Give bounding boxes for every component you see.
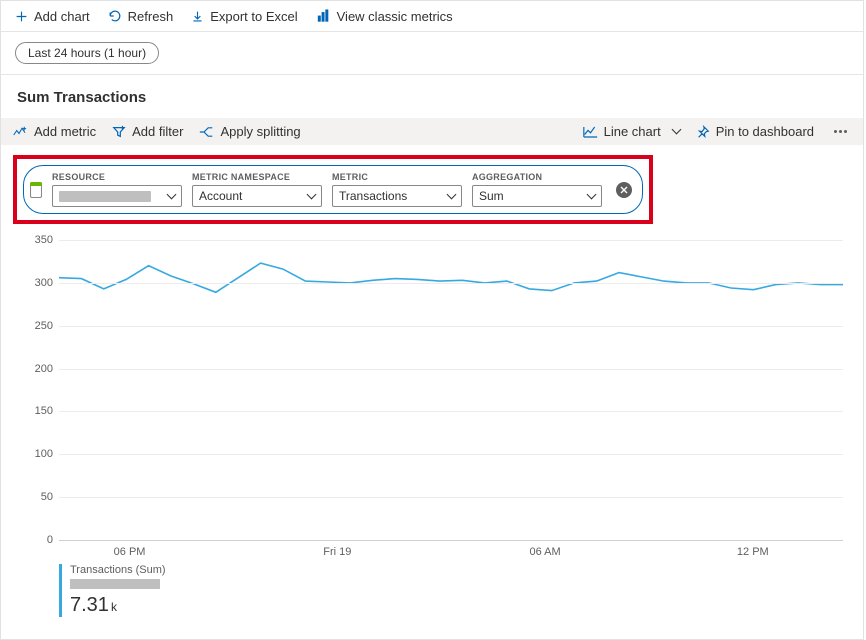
add-metric-label: Add metric: [34, 125, 96, 138]
grid-line: [59, 454, 843, 455]
bar-chart-icon: [316, 9, 331, 23]
y-axis-tick: 0: [23, 534, 53, 546]
aggregation-value: Sum: [479, 189, 504, 203]
grid-line: [59, 283, 843, 284]
legend-value-number: 7.31: [70, 594, 109, 617]
legend-value-unit: k: [111, 600, 117, 614]
metric-dropdown[interactable]: Transactions: [332, 185, 462, 207]
refresh-icon: [108, 9, 122, 23]
line-chart-icon: [583, 125, 598, 139]
grid-line: [59, 369, 843, 370]
resource-value-redacted: [59, 191, 151, 202]
grid-line: [59, 540, 843, 541]
line-chart: 05010015020025030035006 PMFri 1906 AM12 …: [23, 240, 843, 540]
refresh-button[interactable]: Refresh: [108, 9, 174, 23]
resource-label: RESOURCE: [52, 172, 182, 182]
grid-line: [59, 497, 843, 498]
refresh-label: Refresh: [128, 10, 174, 23]
chevron-down-icon: [167, 190, 177, 200]
namespace-dropdown[interactable]: Account: [192, 185, 322, 207]
legend-series-label: Transactions (Sum): [70, 564, 230, 576]
filter-icon: [112, 125, 126, 139]
legend-value: 7.31 k: [70, 594, 230, 617]
metric-selector-bar: RESOURCE METRIC NAMESPACE Account METRIC…: [23, 165, 643, 214]
aggregation-label: AGGREGATION: [472, 172, 602, 182]
metric-value: Transactions: [339, 189, 407, 203]
export-button[interactable]: Export to Excel: [191, 10, 297, 23]
pin-icon: [696, 125, 710, 139]
time-range-pill[interactable]: Last 24 hours (1 hour): [15, 42, 159, 64]
split-icon: [199, 125, 214, 139]
export-label: Export to Excel: [210, 10, 297, 23]
y-axis-tick: 350: [23, 234, 53, 246]
grid-line: [59, 411, 843, 412]
chart-type-dropdown[interactable]: Line chart: [583, 125, 680, 139]
y-axis-tick: 300: [23, 277, 53, 289]
pin-button[interactable]: Pin to dashboard: [696, 125, 814, 139]
add-metric-button[interactable]: Add metric: [13, 125, 96, 139]
legend-resource-redacted: [70, 579, 160, 589]
selector-highlight: RESOURCE METRIC NAMESPACE Account METRIC…: [13, 155, 653, 224]
time-range-row: Last 24 hours (1 hour): [1, 32, 863, 75]
metrics-panel: Add chart Refresh Export to Excel View c…: [0, 0, 864, 640]
chart-type-label: Line chart: [604, 125, 661, 138]
add-metric-icon: [13, 125, 28, 139]
metric-toolbar: Add metric Add filter Apply splitting Li…: [1, 118, 863, 145]
y-axis-tick: 200: [23, 363, 53, 375]
x-axis-tick: Fri 19: [323, 546, 351, 558]
apply-splitting-label: Apply splitting: [220, 125, 300, 138]
plus-icon: [15, 10, 28, 23]
y-axis-tick: 100: [23, 448, 53, 460]
x-axis-tick: 12 PM: [737, 546, 769, 558]
metric-label: METRIC: [332, 172, 462, 182]
view-classic-label: View classic metrics: [337, 10, 453, 23]
chevron-down-icon: [307, 190, 317, 200]
remove-metric-button[interactable]: [616, 182, 632, 198]
chart-legend[interactable]: Transactions (Sum) 7.31 k: [59, 564, 230, 617]
y-axis-tick: 150: [23, 405, 53, 417]
namespace-label: METRIC NAMESPACE: [192, 172, 322, 182]
add-chart-button[interactable]: Add chart: [15, 10, 90, 23]
chevron-down-icon: [447, 190, 457, 200]
grid-line: [59, 326, 843, 327]
namespace-value: Account: [199, 189, 242, 203]
chart-area: 0 50 100 150 200 250 300 350 06 PM Fri 19 06 AM 12 …: [1, 230, 863, 639]
chart-title: Sum Transactions: [1, 75, 863, 118]
add-filter-button[interactable]: Add filter: [112, 125, 183, 139]
add-filter-label: Add filter: [132, 125, 183, 138]
view-classic-button[interactable]: View classic metrics: [316, 9, 453, 23]
y-axis-tick: 250: [23, 320, 53, 332]
download-icon: [191, 10, 204, 23]
apply-splitting-button[interactable]: Apply splitting: [199, 125, 300, 139]
x-axis-tick: 06 AM: [529, 546, 560, 558]
more-menu-button[interactable]: [830, 124, 851, 139]
aggregation-dropdown[interactable]: Sum: [472, 185, 602, 207]
grid-line: [59, 240, 843, 241]
add-chart-label: Add chart: [34, 10, 90, 23]
x-axis-tick: 06 PM: [114, 546, 146, 558]
resource-dropdown[interactable]: [52, 185, 182, 207]
pin-label: Pin to dashboard: [716, 125, 814, 138]
y-axis-tick: 50: [23, 491, 53, 503]
resource-type-icon: [30, 182, 42, 198]
page-toolbar: Add chart Refresh Export to Excel View c…: [1, 1, 863, 32]
chevron-down-icon: [587, 190, 597, 200]
time-range-label: Last 24 hours (1 hour): [28, 46, 146, 60]
